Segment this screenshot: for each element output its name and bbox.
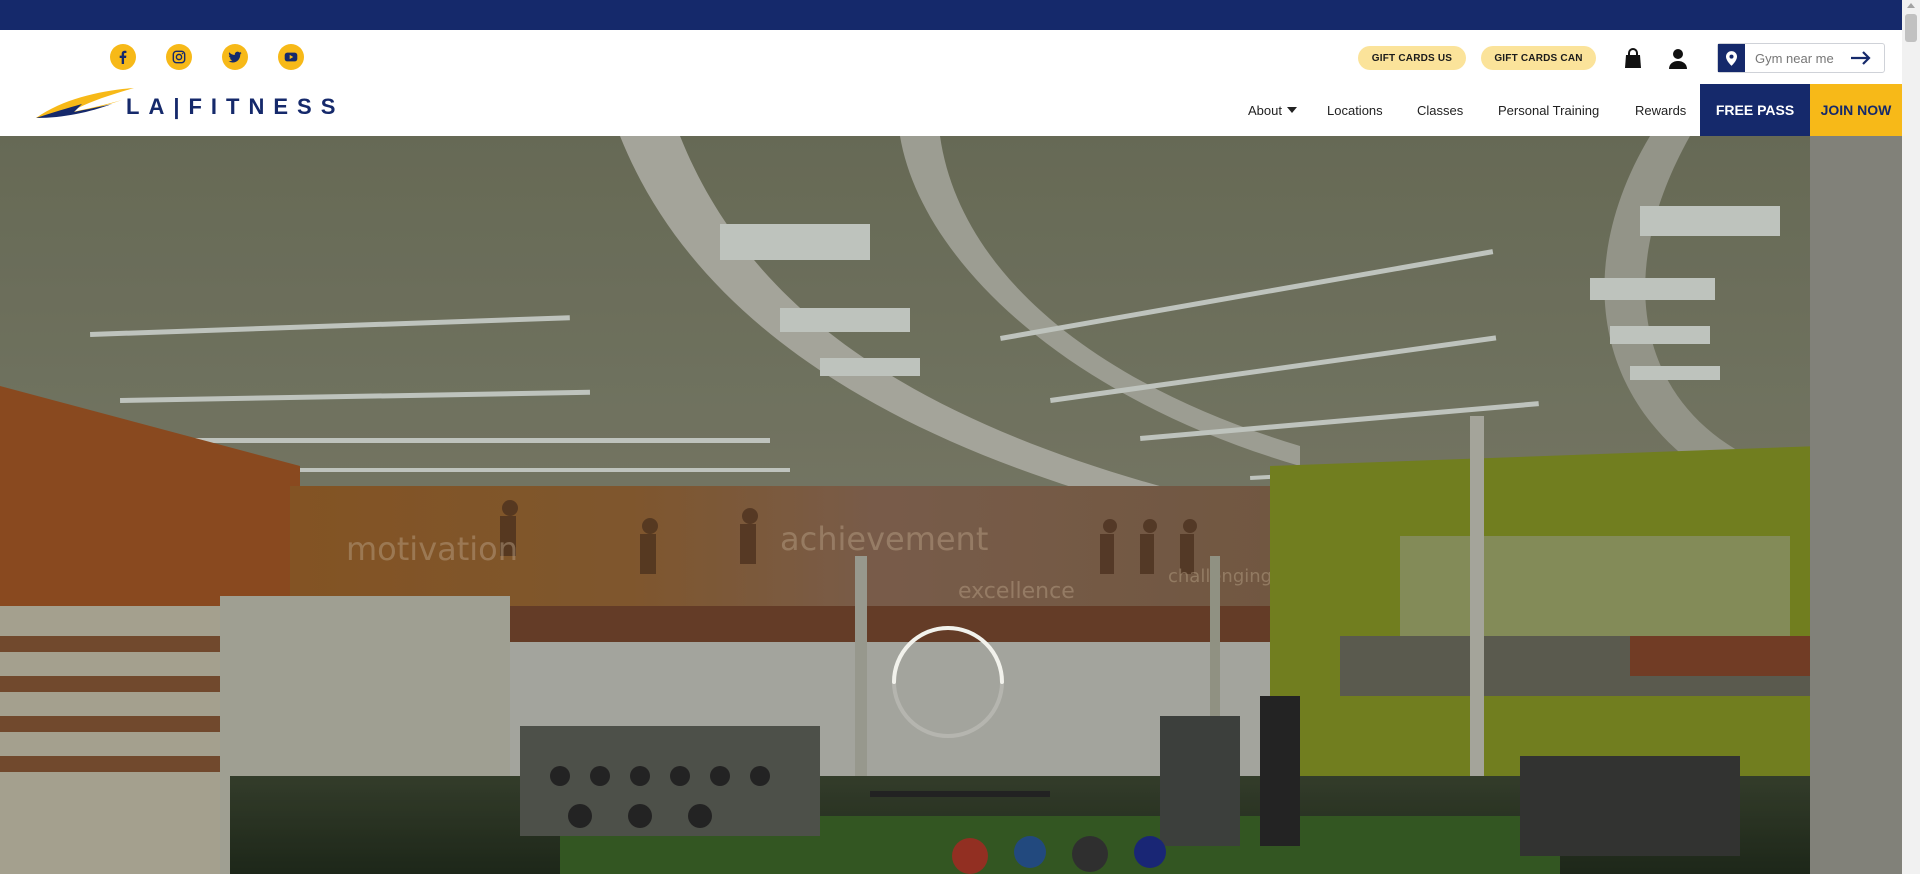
user-icon[interactable] [1668, 48, 1688, 70]
free-pass-button[interactable]: FREE PASS [1700, 84, 1810, 136]
logo-swoosh-icon [36, 88, 134, 118]
facebook-icon[interactable] [110, 44, 136, 70]
chevron-down-icon [1286, 107, 1297, 113]
hero-gym-video[interactable]: motivation achievement excellence challe… [0, 136, 1902, 874]
page-scrollbar[interactable] [1902, 0, 1920, 874]
gym-search-box [1717, 43, 1885, 73]
social-links [110, 44, 304, 70]
gift-cards-can-button[interactable]: GIFT CARDS CAN [1481, 46, 1596, 70]
nav-rewards[interactable]: Rewards [1635, 84, 1686, 136]
loading-spinner-icon [892, 626, 1004, 738]
gift-cards-us-button[interactable]: GIFT CARDS US [1358, 46, 1466, 70]
youtube-icon[interactable] [278, 44, 304, 70]
gym-interior-image: motivation achievement excellence challe… [0, 136, 1902, 874]
nav-about[interactable]: About [1248, 84, 1297, 136]
nav-about-label: About [1248, 102, 1282, 118]
scroll-up-arrow-icon[interactable] [1907, 3, 1915, 8]
twitter-icon[interactable] [222, 44, 248, 70]
top-announcement-bar [0, 0, 1902, 30]
join-now-button[interactable]: JOIN NOW [1810, 84, 1902, 136]
instagram-icon[interactable] [166, 44, 192, 70]
gym-search-input[interactable] [1755, 45, 1855, 71]
nav-locations[interactable]: Locations [1327, 84, 1383, 136]
nav-classes[interactable]: Classes [1417, 84, 1463, 136]
nav-personal-training[interactable]: Personal Training [1498, 84, 1599, 136]
arrow-right-icon[interactable] [1850, 50, 1872, 66]
location-pin-icon [1718, 44, 1745, 72]
logo-wordmark: LA|FITNESS [126, 94, 345, 119]
site-header: LA|FITNESS GIFT CARDS US GIFT CARDS CAN … [0, 30, 1902, 136]
scrollbar-thumb[interactable] [1905, 14, 1917, 42]
la-fitness-logo[interactable]: LA|FITNESS [34, 84, 335, 126]
shopping-bag-icon[interactable] [1623, 48, 1643, 70]
